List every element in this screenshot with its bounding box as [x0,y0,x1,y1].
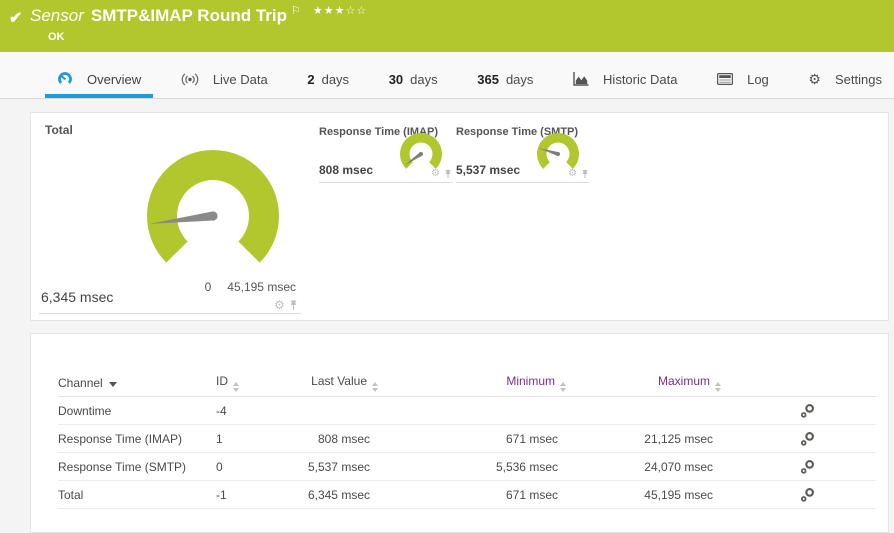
gauge-ring [537,133,579,169]
tab-label: Live Data [212,71,268,87]
gauge-max-label: 45,195 msec [227,280,296,294]
channel-settings-gears-icon[interactable] [800,459,816,475]
gauges-panel: Total 0 45,195 msec 6,345 msec ⚙ Respons… [30,112,889,321]
channel-minimum: 5,536 msec [378,452,566,481]
gauge-icon [58,72,72,84]
channel-maximum [566,396,721,425]
sort-icon [715,382,721,392]
priority-stars[interactable]: ★★★☆☆ [313,5,367,17]
channel-row-response-time-smtp[interactable]: Response Time (SMTP) 0 5,537 msec 5,536 … [58,452,876,481]
channel-id: -4 [216,396,301,425]
channel-minimum [378,396,566,425]
mini-gauge-value: 5,537 msec [456,163,521,177]
gauge-needle-pivot [419,152,423,156]
channel-last-value: 808 msec [301,424,378,453]
live-data-icon [181,73,199,85]
total-gauge [147,150,279,263]
sensor-header: ✔ Sensor SMTP&IMAP Round Trip ⚐ ★★★☆☆ OK [0,0,894,52]
gauge-ring [147,150,279,263]
col-header-minimum[interactable]: Minimum [378,370,566,397]
tab-label: Overview [87,71,142,87]
historic-data-icon [573,72,589,86]
channels-panel: Channel ID Last Value Minimum Maximum Do… [30,333,889,533]
channel-maximum: 45,195 msec [566,480,721,509]
channel-settings-gears-icon[interactable] [800,403,816,419]
gauge-settings-gear-icon[interactable]: ⚙ [274,299,285,311]
sort-icon [560,382,566,392]
table-header-row: Channel ID Last Value Minimum Maximum [58,370,876,397]
log-icon [717,73,734,85]
col-header-actions [721,370,876,397]
sensor-kind-label: Sensor [30,6,84,25]
gauge-footer-divider [39,313,301,314]
channel-name: Response Time (IMAP) [58,424,216,453]
sensor-title-line: Sensor SMTP&IMAP Round Trip ⚐ ★★★☆☆ [30,5,367,26]
total-last-value: 6,345 msec [41,289,114,305]
channel-row-total[interactable]: Total -1 6,345 msec 671 msec 45,195 msec [58,480,876,509]
gauge-actions: ⚙ [568,169,589,179]
stars-filled: ★★★ [312,5,346,17]
channel-maximum: 24,070 msec [566,452,721,481]
tab-label: Historic Data [603,71,678,87]
mini-gauge-smtp: Response Time (SMTP) 5,537 msec ⚙ [456,126,590,183]
tab-overview[interactable]: Overview [45,52,154,98]
mini-gauge-value: 808 msec [319,163,374,177]
pin-icon[interactable] [581,169,589,179]
page-title: SMTP&IMAP Round Trip [90,6,287,25]
main-gauge-title: Total [45,123,73,137]
status-ok-check-icon: ✔ [9,10,23,27]
gauge-ring [400,133,442,169]
col-header-last-value[interactable]: Last Value [301,370,378,397]
channel-maximum: 21,125 msec [566,424,721,453]
tab-live-data[interactable]: Live Data [169,52,280,98]
tab-historic-data[interactable]: Historic Data [561,52,689,98]
tab-30-days[interactable]: 30 days [377,52,450,98]
channel-name: Downtime [58,396,216,425]
sort-icon [372,382,378,392]
channel-row-response-time-imap[interactable]: Response Time (IMAP) 1 808 msec 671 msec… [58,424,876,453]
mini-gauge-imap: Response Time (IMAP) 808 msec ⚙ [319,126,453,183]
channel-name: Total [58,480,216,509]
tab-2-days[interactable]: 2 days [295,52,361,98]
tab-label: days [505,71,534,87]
col-header-id[interactable]: ID [216,370,301,397]
channel-settings-gears-icon[interactable] [800,431,816,447]
tab-settings[interactable]: ⚙ Settings [796,52,894,98]
col-header-channel[interactable]: Channel [58,370,216,397]
pin-icon[interactable] [289,299,298,311]
channel-row-downtime[interactable]: Downtime -4 [58,396,876,425]
gauge-needle-pivot [208,211,218,221]
tab-bar: Overview Live Data 2 days 30 days 365 days … [0,52,894,99]
channel-settings-gears-icon[interactable] [800,487,816,503]
channel-last-value: 5,537 msec [301,452,378,481]
gauge-needle-pivot [556,152,560,156]
channel-last-value [301,396,378,425]
channel-last-value: 6,345 msec [301,480,378,509]
gauge-settings-gear-icon[interactable]: ⚙ [431,169,440,179]
channel-id: 0 [216,452,301,481]
tab-label: Settings [834,71,882,87]
channel-minimum: 671 msec [378,480,566,509]
tab-365-days[interactable]: 365 days [465,52,545,98]
gauge-actions: ⚙ [274,299,298,311]
flag-icon[interactable]: ⚐ [291,5,301,17]
channel-id: -1 [216,480,301,509]
channel-minimum: 671 msec [378,424,566,453]
channels-table: Channel ID Last Value Minimum Maximum Do… [58,370,876,509]
stars-empty: ☆☆ [345,5,368,17]
tab-label: days [321,71,350,87]
tab-label: Log [747,71,769,87]
sort-desc-icon [108,382,117,387]
gauge-actions: ⚙ [431,169,452,179]
settings-gear-icon: ⚙ [808,71,821,87]
channel-name: Response Time (SMTP) [58,452,216,481]
gauge-settings-gear-icon[interactable]: ⚙ [568,169,577,179]
pin-icon[interactable] [444,169,452,179]
col-header-maximum[interactable]: Maximum [566,370,721,397]
sort-icon [233,382,239,392]
channel-id: 1 [216,424,301,453]
tab-log[interactable]: Log [705,52,781,98]
tab-label: days [410,71,438,87]
status-badge: OK [48,31,65,43]
